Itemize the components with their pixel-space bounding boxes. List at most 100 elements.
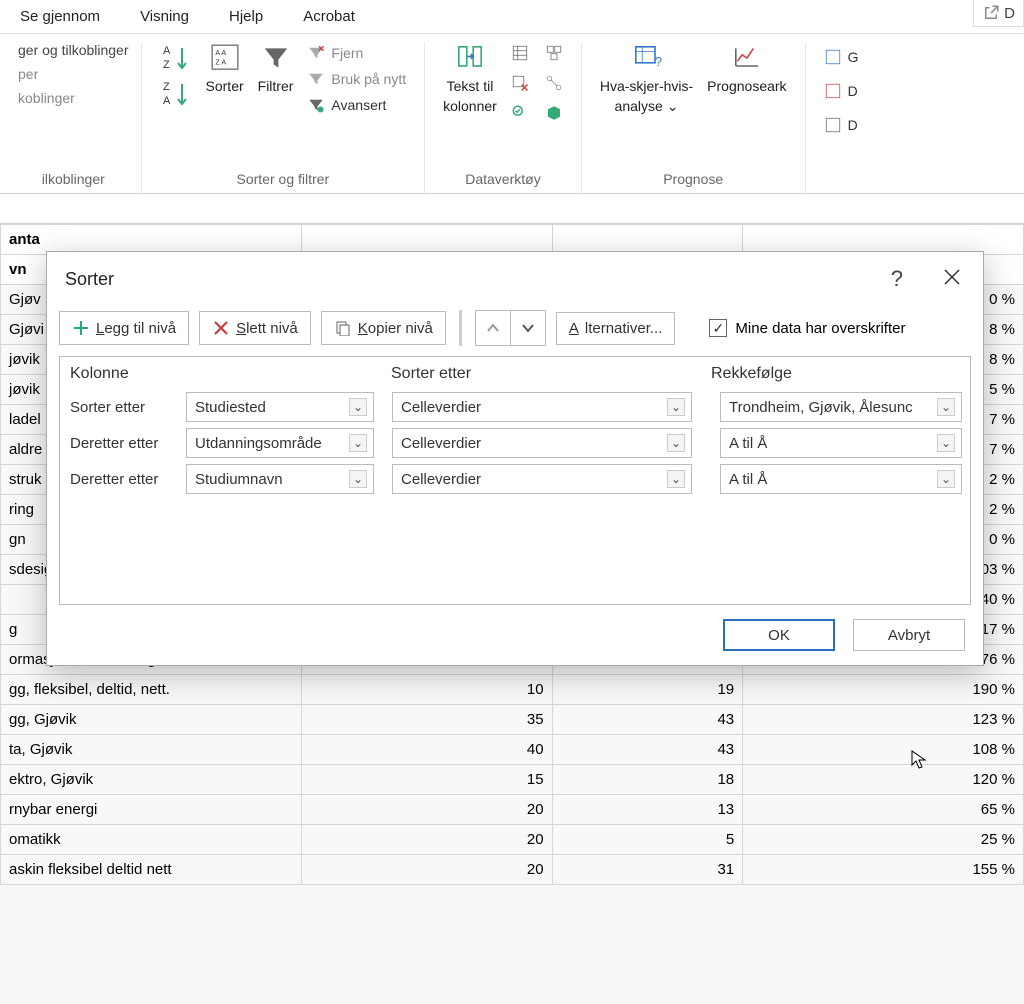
chevron-down-icon: ⌄ bbox=[349, 434, 367, 452]
table-row[interactable]: ta, Gjøvik4043108 % bbox=[1, 735, 1024, 765]
reapply-icon bbox=[307, 70, 325, 88]
svg-text:?: ? bbox=[655, 54, 662, 69]
whatif-label: Hva-skjer-hvis- bbox=[600, 78, 693, 94]
subtotal-icon bbox=[824, 116, 842, 134]
share-button[interactable]: D bbox=[973, 0, 1024, 27]
formula-bar[interactable] bbox=[0, 194, 1024, 224]
group-label-connections: ilkoblinger bbox=[18, 165, 129, 193]
sort-az-icon[interactable]: AZ bbox=[160, 42, 192, 74]
sort-button[interactable]: A AZ A Sorter bbox=[206, 42, 244, 94]
sort-za-icon[interactable]: ZA bbox=[160, 78, 192, 110]
close-icon bbox=[943, 268, 961, 286]
ribbon-group-data-tools: Tekst til kolonner Dataverktøy bbox=[425, 42, 582, 193]
close-button[interactable] bbox=[943, 266, 961, 292]
svg-text:Z A: Z A bbox=[215, 57, 226, 66]
clear-filter-icon bbox=[307, 44, 325, 62]
ribbon-group-sort-filter: AZ ZA A AZ A Sorter Filtrer Fjern Bruk p… bbox=[142, 42, 426, 193]
cancel-button[interactable]: Avbryt bbox=[853, 619, 965, 651]
table-row[interactable]: gg, Gjøvik3543123 % bbox=[1, 705, 1024, 735]
relationships-icon[interactable] bbox=[545, 74, 563, 92]
chevron-down-icon: ⌄ bbox=[349, 398, 367, 416]
forecast-label: Prognoseark bbox=[707, 78, 786, 94]
tab-review[interactable]: Se gjennom bbox=[20, 8, 100, 25]
column-dropdown[interactable]: Studiested⌄ bbox=[186, 392, 374, 422]
group-icon bbox=[824, 48, 842, 66]
tab-view[interactable]: Visning bbox=[140, 8, 189, 25]
group-button[interactable]: G bbox=[824, 46, 859, 68]
data-model-icon[interactable] bbox=[545, 104, 563, 122]
sort-levels-grid: Kolonne Sorter etter Rekkefølge Sorter e… bbox=[59, 356, 971, 605]
ribbon-group-forecast: ? Hva-skjer-hvis- analyse ⌄ Prognoseark … bbox=[582, 42, 806, 193]
order-dropdown[interactable]: A til Å⌄ bbox=[720, 428, 962, 458]
forecast-sheet-button[interactable]: Prognoseark bbox=[707, 42, 786, 94]
svg-text:Z: Z bbox=[163, 59, 170, 71]
sort-level-label: Sorter etter bbox=[66, 399, 186, 416]
move-down-button[interactable] bbox=[510, 310, 546, 346]
sort-on-dropdown[interactable]: Celleverdier⌄ bbox=[392, 464, 692, 494]
text-to-columns-button[interactable]: Tekst til kolonner bbox=[443, 42, 497, 114]
ungroup-icon bbox=[824, 82, 842, 100]
x-icon bbox=[212, 319, 230, 337]
chevron-up-icon bbox=[486, 321, 500, 335]
tab-acrobat[interactable]: Acrobat bbox=[303, 8, 355, 25]
filter-button[interactable]: Filtrer bbox=[258, 42, 294, 94]
ribbon-tabs: Se gjennom Visning Hjelp Acrobat bbox=[0, 0, 1024, 34]
group-label-sort-filter: Sorter og filtrer bbox=[160, 165, 407, 193]
delete-level-button[interactable]: Slett nivå bbox=[199, 311, 311, 345]
sort-on-dropdown[interactable]: Celleverdier⌄ bbox=[392, 392, 692, 422]
connections-item[interactable]: ger og tilkoblinger bbox=[18, 42, 129, 58]
filter-icon bbox=[260, 42, 292, 74]
share-label: D bbox=[1004, 5, 1015, 22]
svg-text:A A: A A bbox=[215, 48, 226, 57]
connections-item[interactable]: koblinger bbox=[18, 90, 129, 106]
table-row[interactable]: gg, fleksibel, deltid, nett.1019190 % bbox=[1, 675, 1024, 705]
sort-on-header: Sorter etter bbox=[391, 365, 711, 383]
table-row[interactable]: omatikk20525 % bbox=[1, 825, 1024, 855]
sort-dialog-icon: A AZ A bbox=[209, 42, 241, 74]
chevron-down-icon: ⌄ bbox=[349, 470, 367, 488]
chevron-down-icon: ⌄ bbox=[937, 398, 955, 416]
remove-duplicates-icon[interactable] bbox=[511, 74, 529, 92]
clear-filter-button[interactable]: Fjern bbox=[307, 42, 406, 64]
plus-icon bbox=[72, 319, 90, 337]
col-header[interactable]: anta bbox=[1, 225, 302, 255]
text-to-columns-label: Tekst til bbox=[447, 78, 494, 94]
copy-level-button[interactable]: Kopier nivå bbox=[321, 311, 446, 345]
consolidate-icon[interactable] bbox=[545, 44, 563, 62]
svg-text:Z: Z bbox=[163, 81, 170, 93]
column-dropdown[interactable]: Studiumnavn⌄ bbox=[186, 464, 374, 494]
ok-button[interactable]: OK bbox=[723, 619, 835, 651]
connections-item[interactable]: per bbox=[18, 66, 129, 82]
order-dropdown[interactable]: A til Å⌄ bbox=[720, 464, 962, 494]
sort-dialog: Sorter ? LLegg til nivåegg til nivå Slet… bbox=[46, 251, 984, 666]
subtotal-button[interactable]: D bbox=[824, 114, 859, 136]
chevron-down-icon: ⌄ bbox=[667, 98, 679, 114]
move-up-button[interactable] bbox=[475, 310, 511, 346]
table-row[interactable]: askin fleksibel deltid nett2031155 % bbox=[1, 855, 1024, 885]
text-to-columns-icon bbox=[454, 42, 486, 74]
whatif-button[interactable]: ? Hva-skjer-hvis- analyse ⌄ bbox=[600, 42, 693, 115]
advanced-button[interactable]: Avansert bbox=[307, 94, 406, 116]
options-button[interactable]: Alternativer... bbox=[556, 312, 676, 345]
dialog-toolbar: LLegg til nivåegg til nivå Slett nivå Ko… bbox=[47, 304, 983, 356]
flash-fill-icon[interactable] bbox=[511, 44, 529, 62]
data-validation-icon[interactable] bbox=[511, 104, 529, 122]
table-row[interactable]: ektro, Gjøvik1518120 % bbox=[1, 765, 1024, 795]
sort-level-row: Sorter etterStudiested⌄ Celleverdier⌄ Tron… bbox=[60, 389, 970, 425]
advanced-icon bbox=[307, 96, 325, 114]
column-dropdown[interactable]: Utdanningsområde⌄ bbox=[186, 428, 374, 458]
whatif-icon: ? bbox=[631, 42, 663, 74]
column-header: Kolonne bbox=[66, 365, 391, 383]
sort-on-dropdown[interactable]: Celleverdier⌄ bbox=[392, 428, 692, 458]
chevron-down-icon: ⌄ bbox=[667, 470, 685, 488]
add-level-button[interactable]: LLegg til nivåegg til nivå bbox=[59, 311, 189, 345]
reapply-button[interactable]: Bruk på nytt bbox=[307, 68, 406, 90]
order-dropdown[interactable]: Trondheim, Gjøvik, Ålesunc⌄ bbox=[720, 392, 962, 422]
tab-help[interactable]: Hjelp bbox=[229, 8, 263, 25]
ribbon-group-outline: G D D bbox=[806, 42, 877, 193]
help-button[interactable]: ? bbox=[891, 266, 903, 292]
table-row[interactable]: rnybar energi201365 % bbox=[1, 795, 1024, 825]
headers-checkbox[interactable]: ✓ bbox=[709, 319, 727, 337]
ungroup-button[interactable]: D bbox=[824, 80, 859, 102]
sort-label: Sorter bbox=[206, 78, 244, 94]
